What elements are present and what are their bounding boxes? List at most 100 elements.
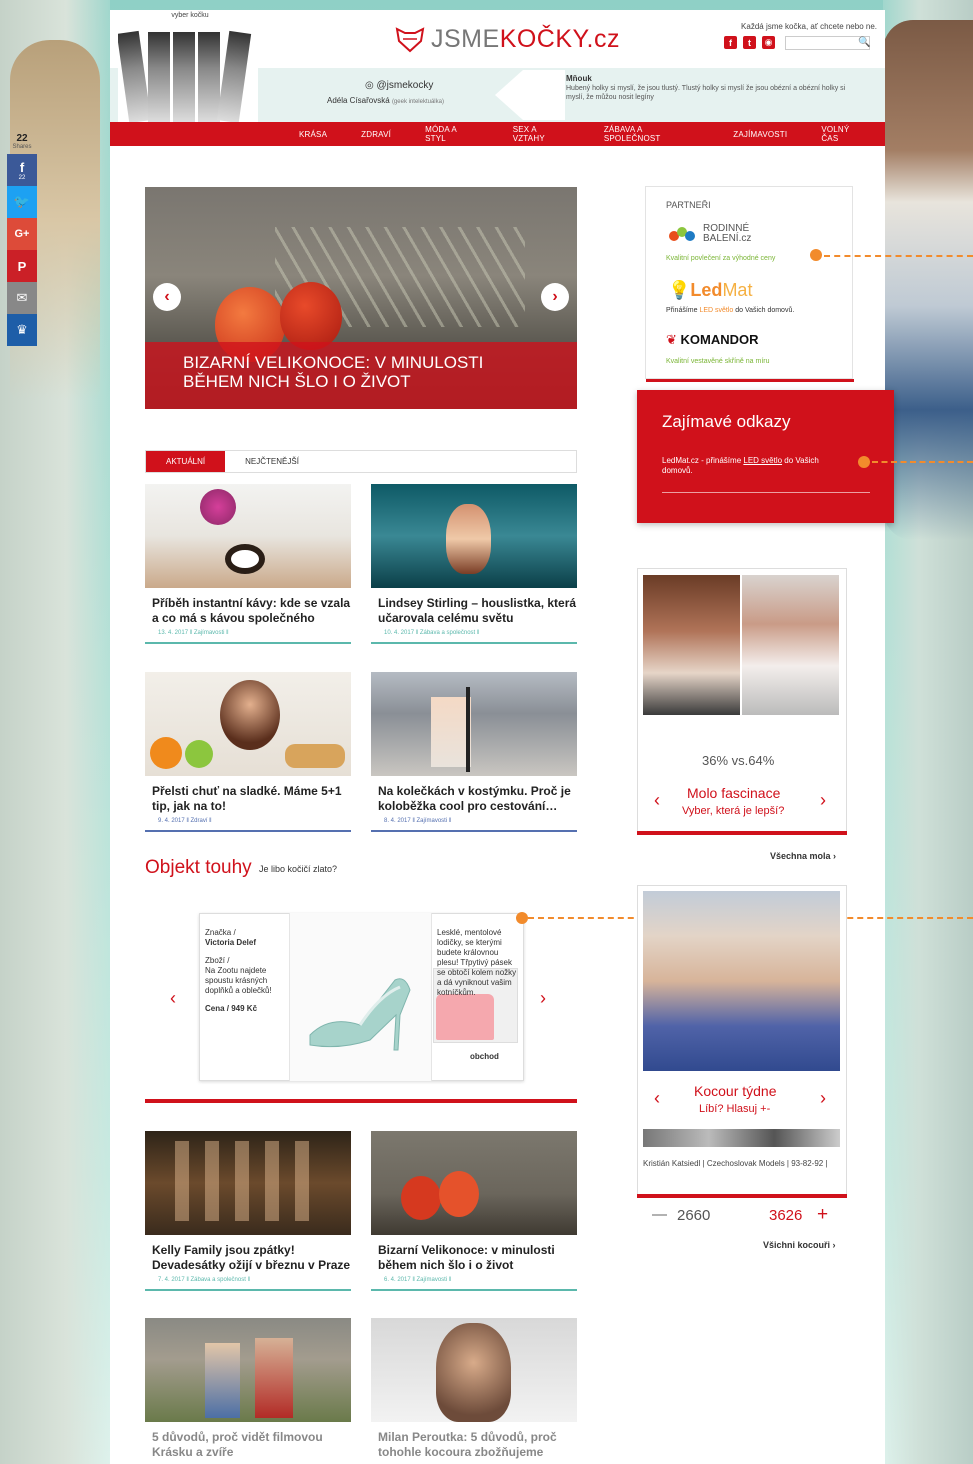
article-title[interactable]: 5 důvodů, proč vidět filmovou Krásku a z… [145,1430,351,1460]
article-card[interactable]: Bizarní Velikonoce: v minulosti během ni… [371,1131,577,1291]
slider-prev-button[interactable]: ‹ [153,283,181,311]
picker-photo[interactable] [173,32,195,122]
tab-aktualni[interactable]: AKTUÁLNÍ [146,451,226,472]
objekt-prev-button[interactable]: ‹ [170,988,176,1009]
partner-logo-rodinne[interactable]: RODINNÉ BALENÍ.cz [703,224,763,244]
google-plus-share-button[interactable]: G+ [7,218,37,250]
vote-plus-button[interactable]: + [817,1204,828,1226]
vote-minus-button[interactable]: — [652,1206,667,1223]
all-molo-link[interactable]: Všechna mola › [770,851,836,861]
picker-photo[interactable] [216,30,252,124]
rss-icon[interactable]: ◉ [762,36,775,49]
article-title[interactable]: Lindsey Stirling – houslistka, která uča… [371,596,577,626]
article-title[interactable]: Kelly Family jsou zpátky! Devadesátky ož… [145,1243,351,1273]
nav-item[interactable]: ZDRAVÍ [344,130,408,139]
kocour-prev-button[interactable]: ‹ [654,1088,660,1109]
objekt-next-button[interactable]: › [540,988,546,1009]
facebook-share-button[interactable]: f 22 [7,154,37,186]
molo-photo-left[interactable] [643,575,740,715]
molo-prev-button[interactable]: ‹ [654,790,660,811]
partner-desc-rodinne[interactable]: Kvalitní povlečení za výhodné ceny [666,255,775,262]
slider-caption[interactable]: BIZARNÍ VELIKONOCE: V MINULOSTI BĚHEM NI… [183,353,543,391]
nav-item[interactable]: ZAJÍMAVOSTI [716,130,804,139]
kocour-photo-strip[interactable] [643,1129,840,1147]
mnouk-text: Hubený holky si myslí, že jsou tlustý. T… [566,85,846,101]
molo-next-button[interactable]: › [820,790,826,811]
ledmat-desc-c: do Vašich domovů. [733,307,795,314]
picker-photo[interactable] [118,30,152,124]
bag-image[interactable] [436,994,494,1040]
band-image [175,1141,325,1221]
article-card[interactable]: 5 důvodů, proč vidět filmovou Krásku a z… [145,1318,351,1460]
article-image[interactable] [371,1318,577,1422]
interesting-links-box: Zajímavé odkazy LedMat.cz - přinášíme LE… [637,390,894,523]
site-logo[interactable]: JSMEKOČKY.cz [395,25,620,54]
slider-next-button[interactable]: › [541,283,569,311]
goods-value: Na Zootu najdete spoustu krásných doplňk… [205,966,272,995]
chevron-right-icon: › [552,288,558,305]
links-item[interactable]: LedMat.cz - přinášíme LED světlo do Vaši… [662,456,842,476]
more-share-button[interactable]: ♛ [7,314,37,346]
links-text-a: LedMat.cz - přinášíme [662,456,744,465]
facebook-icon[interactable]: f [724,36,737,49]
section-subtitle-objekt: Je libo kočičí zlato? [259,864,338,874]
instagram-handle[interactable]: ◎ @jsmekocky [365,80,433,91]
nav-item[interactable]: KRÁSA [282,130,344,139]
woman-scooter-image [431,697,471,767]
pinterest-icon: P [17,258,27,274]
product-price: Cena / 949 Kč [205,1004,258,1013]
article-title[interactable]: Bizarní Velikonoce: v minulosti během ni… [371,1243,577,1273]
shop-link[interactable]: obchod [470,1052,499,1061]
kocour-next-button[interactable]: › [820,1088,826,1109]
partner-desc-ledmat[interactable]: Přinášíme LED světlo do Vašich domovů. [666,307,794,314]
twitter-icon[interactable]: t [743,36,756,49]
article-title[interactable]: Přelsti chuť na sladké. Máme 5+1 tip, ja… [145,784,351,814]
article-title[interactable]: Příběh instantní kávy: kde se vzala a co… [145,596,351,626]
nav-item[interactable]: MÓDA A STYL [408,125,496,143]
pinterest-share-button[interactable]: P [7,250,37,282]
logo-main: KOČKY [499,25,587,53]
tab-nejctenejsi[interactable]: NEJČTENĚJŠÍ [225,451,319,472]
article-underline [145,830,351,832]
shoe-image[interactable] [300,955,420,1055]
picker-photo[interactable] [148,32,170,122]
article-image[interactable] [145,1318,351,1422]
partner-desc-komandor[interactable]: Kvalitní vestavěné skříně na míru [666,358,770,365]
search-icon[interactable]: 🔍 [858,37,870,48]
article-card[interactable]: Příběh instantní kávy: kde se vzala a co… [145,484,351,644]
nav-item[interactable]: SEX A VZTAHY [496,125,587,143]
article-image[interactable] [145,484,351,588]
article-card[interactable]: Přelsti chuť na sladké. Máme 5+1 tip, ja… [145,672,351,832]
header: vyber kočku JSMEKOČKY.cz Každá jsme kočk… [110,10,885,155]
article-card[interactable]: Na kolečkách v kostýmku. Proč je koloběž… [371,672,577,832]
article-image[interactable] [371,1131,577,1235]
kocour-photo[interactable] [643,891,840,1071]
article-image[interactable] [371,484,577,588]
annotation-line [824,255,973,257]
article-card[interactable]: Lindsey Stirling – houslistka, která uča… [371,484,577,644]
belle-image [205,1343,240,1418]
all-kocouri-link[interactable]: Všichni kocouři › [763,1240,836,1250]
article-image[interactable] [145,672,351,776]
ledmat-logo-a: Led [690,280,723,300]
kocour-title[interactable]: Kocour týdne [694,1083,777,1099]
nav-item[interactable]: VOLNÝ ČAS [804,125,885,143]
hero-slider[interactable]: BIZARNÍ VELIKONOCE: V MINULOSTI BĚHEM NI… [145,187,577,409]
article-title[interactable]: Na kolečkách v kostýmku. Proč je koloběž… [371,784,577,814]
bulb-icon: 💡 [668,280,691,300]
twitter-share-button[interactable]: 🐦 [7,186,37,218]
article-card[interactable]: Milan Peroutka: 5 důvodů, proč tohohle k… [371,1318,577,1460]
article-image[interactable] [371,672,577,776]
article-meta: 10. 4. 2017 ‖ Zábava a společnost ‖ [384,630,480,636]
picker-photo[interactable] [198,32,220,122]
email-share-button[interactable]: ✉ [7,282,37,314]
molo-photo-right[interactable] [742,575,839,715]
article-image[interactable] [145,1131,351,1235]
partner-logo-ledmat[interactable]: 💡LedMat [668,280,752,301]
chevron-left-icon: ‹ [164,288,170,305]
molo-title[interactable]: Molo fascinace [687,785,780,801]
partner-logo-komandor[interactable]: ❦ KOMANDOR [666,332,759,348]
article-title[interactable]: Milan Peroutka: 5 důvodů, proč tohohle k… [371,1430,577,1460]
nav-item[interactable]: ZÁBAVA A SPOLEČNOST [587,125,716,143]
article-card[interactable]: Kelly Family jsou zpátky! Devadesátky ož… [145,1131,351,1291]
